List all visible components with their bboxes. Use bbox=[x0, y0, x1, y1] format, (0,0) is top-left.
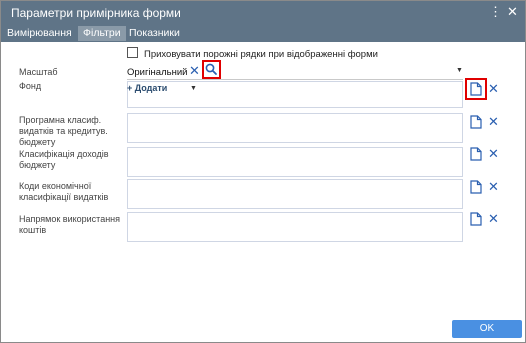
tab-filters[interactable]: Фільтри bbox=[78, 26, 126, 41]
economic-codes-label: Коди економічної класифікації видатків bbox=[19, 181, 109, 202]
tab-indicators[interactable]: Показники bbox=[124, 26, 185, 41]
fund-chevron-down-icon[interactable]: ▼ bbox=[190, 85, 197, 92]
fund-field[interactable] bbox=[127, 81, 463, 108]
scale-search-button[interactable] bbox=[202, 60, 221, 79]
economic-codes-document-icon[interactable] bbox=[470, 180, 482, 194]
program-class-clear-icon[interactable]: ✕ bbox=[488, 115, 499, 128]
close-icon[interactable]: ✕ bbox=[507, 4, 518, 20]
fund-label: Фонд bbox=[19, 81, 42, 91]
income-class-document-icon[interactable] bbox=[470, 147, 482, 161]
tab-dimensions[interactable]: Вимірювання bbox=[2, 26, 77, 41]
hide-empty-rows-checkbox[interactable] bbox=[127, 47, 138, 58]
ok-button[interactable]: OK bbox=[452, 320, 522, 338]
tab-bar: Вимірювання Фільтри Показники bbox=[1, 25, 525, 42]
income-class-field[interactable] bbox=[127, 147, 463, 177]
scale-chevron-down-icon[interactable]: ▼ bbox=[456, 67, 463, 74]
program-class-field[interactable] bbox=[127, 113, 463, 143]
more-options-icon[interactable]: ⋮ bbox=[489, 4, 502, 20]
hide-empty-rows-label: Приховувати порожні рядки при відображен… bbox=[144, 49, 378, 60]
program-class-document-icon[interactable] bbox=[470, 115, 482, 129]
economic-codes-field[interactable] bbox=[127, 179, 463, 209]
scale-select-underline bbox=[127, 79, 463, 80]
scale-clear-icon[interactable]: ✕ bbox=[189, 64, 200, 77]
fund-clear-icon[interactable]: ✕ bbox=[488, 82, 499, 95]
usage-direction-label: Напрямок використання коштів bbox=[19, 214, 121, 235]
dialog-title: Параметри примірника форми bbox=[11, 6, 181, 20]
scale-select-value[interactable]: Оригінальний bbox=[127, 67, 187, 78]
scale-label: Масштаб bbox=[19, 67, 58, 77]
hide-empty-rows-option[interactable]: Приховувати порожні рядки при відображен… bbox=[127, 47, 378, 60]
fund-document-icon[interactable] bbox=[470, 82, 482, 96]
usage-direction-clear-icon[interactable]: ✕ bbox=[488, 212, 499, 225]
program-class-label: Програмна класиф. видатків та кредитув. … bbox=[19, 115, 108, 147]
search-icon bbox=[205, 63, 217, 75]
dialog-titlebar: Параметри примірника форми ⋮ ✕ bbox=[1, 1, 525, 25]
usage-direction-field[interactable] bbox=[127, 212, 463, 242]
economic-codes-clear-icon[interactable]: ✕ bbox=[488, 180, 499, 193]
fund-add-button[interactable]: + Додати bbox=[127, 83, 167, 93]
usage-direction-document-icon[interactable] bbox=[470, 212, 482, 226]
income-class-label: Класифікація доходів бюджету bbox=[19, 149, 109, 170]
income-class-clear-icon[interactable]: ✕ bbox=[488, 147, 499, 160]
form-instance-parameters-dialog: Параметри примірника форми ⋮ ✕ Вимірюван… bbox=[0, 0, 526, 343]
